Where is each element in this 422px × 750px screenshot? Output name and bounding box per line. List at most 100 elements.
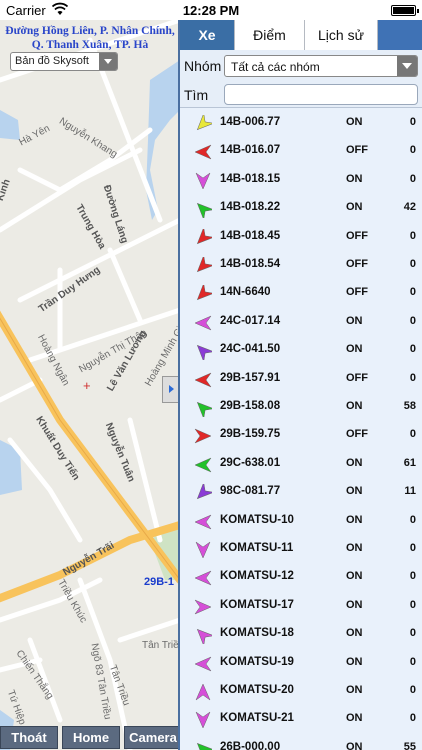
vehicle-plate: 14B-018.54 [220, 258, 281, 270]
map-address: Đường Hồng Liên, P. Nhân Chính, Q. Thanh… [5, 25, 175, 51]
vehicle-direction-arrow-icon [195, 541, 211, 559]
vehicle-row[interactable]: KOMATSU-11 ON 0 [180, 535, 422, 563]
vehicle-plate: 14B-018.22 [220, 201, 281, 214]
vehicle-row[interactable]: KOMATSU-12 ON 0 [180, 563, 422, 591]
vehicle-direction-arrow-icon [196, 401, 212, 417]
vehicle-plate: KOMATSU-19 [220, 655, 294, 668]
vehicle-direction-arrow-icon [194, 656, 212, 672]
vehicle-direction-arrow-icon [194, 144, 212, 160]
vehicle-status: OFF [346, 258, 368, 270]
vehicle-plate: KOMATSU-17 [220, 598, 294, 611]
search-label: Tìm [184, 87, 209, 103]
vehicle-speed: 0 [409, 627, 416, 640]
map-type-select[interactable]: Bản đồ Skysoft [10, 52, 118, 71]
clock: 12:28 PM [182, 3, 240, 18]
tab-history[interactable]: Lịch sử [305, 20, 378, 50]
home-button[interactable]: Home [62, 726, 120, 749]
vehicle-status: ON [346, 172, 363, 185]
vehicle-plate: 29B-157.91 [220, 371, 281, 384]
vehicle-status: ON [346, 740, 363, 750]
vehicle-status: ON [346, 627, 363, 640]
vehicle-panel: Xe Điểm Lịch sử Nhóm Tất cả các nhóm Tìm… [178, 20, 422, 750]
vehicle-speed: 42 [403, 201, 416, 214]
map-view[interactable]: Đường Hồng Liên, P. Nhân Chính, Q. Thanh… [0, 20, 180, 750]
vehicle-plate: 29B-159.75 [220, 428, 281, 441]
group-select-value: Tất cả các nhóm [231, 60, 320, 74]
vehicle-speed: 0 [409, 598, 416, 611]
vehicle-plate: KOMATSU-21 [220, 712, 294, 725]
vehicle-plate: 29B-158.08 [220, 400, 281, 412]
vehicle-direction-arrow-icon [194, 428, 212, 444]
tab-vehicles[interactable]: Xe [180, 20, 235, 50]
vehicle-speed: 0 [409, 684, 416, 696]
vehicle-direction-arrow-icon [194, 315, 212, 331]
map-vehicle-label[interactable]: 29B-1 [144, 576, 174, 588]
vehicle-direction-arrow-icon [196, 345, 212, 361]
vehicle-row[interactable]: 24C-041.50 ON 0 [180, 336, 422, 364]
status-bar: Carrier 12:28 PM [0, 0, 422, 20]
vehicle-plate: KOMATSU-18 [220, 627, 294, 640]
vehicle-row[interactable]: KOMATSU-20 ON 0 [180, 677, 422, 705]
vehicle-speed: 58 [403, 400, 416, 412]
vehicle-status: ON [346, 513, 363, 526]
vehicle-row[interactable]: 29B-159.75 OFF 0 [180, 421, 422, 449]
vehicle-speed: 61 [403, 456, 416, 469]
vehicle-speed: 0 [409, 314, 416, 327]
tab-points[interactable]: Điểm [235, 20, 305, 50]
vehicle-plate: 26B-000.00 [220, 740, 281, 750]
vehicle-row[interactable]: 98C-081.77 ON 11 [180, 478, 422, 506]
vehicle-direction-arrow-icon [194, 599, 212, 615]
vehicle-direction-arrow-icon [196, 228, 212, 244]
vehicle-direction-arrow-icon [195, 683, 211, 701]
vehicle-row[interactable]: 29C-638.01 ON 61 [180, 450, 422, 478]
vehicle-speed: 0 [409, 542, 416, 554]
chevron-down-icon [397, 56, 417, 76]
vehicle-row[interactable]: 14B-018.22 ON 42 [180, 194, 422, 222]
vehicle-row[interactable]: KOMATSU-10 ON 0 [180, 507, 422, 535]
vehicle-direction-arrow-icon [196, 115, 212, 131]
vehicle-row[interactable]: 14B-006.77 ON 0 [180, 109, 422, 137]
vehicle-plate: KOMATSU-20 [220, 684, 294, 696]
vehicle-row[interactable]: 24C-017.14 ON 0 [180, 308, 422, 336]
vehicle-speed: 0 [409, 343, 416, 356]
vehicle-row[interactable]: 14B-018.15 ON 0 [180, 166, 422, 194]
vehicle-row[interactable]: 14B-016.07 OFF 0 [180, 137, 422, 165]
vehicle-direction-arrow-icon [196, 629, 212, 645]
group-select[interactable]: Tất cả các nhóm [224, 55, 418, 77]
vehicle-list[interactable]: 14B-006.77 ON 0 14B-016.07 OFF 0 14B-018.15 ON 0… [180, 109, 422, 750]
camera-button[interactable]: Camera [124, 726, 180, 749]
vehicle-status: ON [346, 655, 363, 668]
vehicle-speed: 0 [409, 172, 416, 185]
vehicle-speed: 0 [409, 570, 416, 583]
vehicle-row[interactable]: 14N-6640 OFF 0 [180, 279, 422, 307]
vehicle-row[interactable]: 26B-000.00 ON 55 [180, 734, 422, 750]
map-bottom-toolbar: Thoát Home Camera [0, 726, 180, 750]
vehicle-status: OFF [346, 371, 368, 384]
vehicle-row[interactable]: KOMATSU-18 ON 0 [180, 620, 422, 648]
exit-button[interactable]: Thoát [0, 726, 58, 749]
vehicle-row[interactable]: KOMATSU-21 ON 0 [180, 705, 422, 733]
vehicle-direction-arrow-icon [194, 570, 212, 586]
vehicle-row[interactable]: KOMATSU-19 ON 0 [180, 649, 422, 677]
vehicle-status: ON [346, 712, 363, 725]
vehicle-row[interactable]: 29B-158.08 ON 58 [180, 393, 422, 421]
vehicle-direction-arrow-icon [194, 372, 212, 388]
vehicle-plate: 14B-016.07 [220, 144, 281, 157]
vehicle-row[interactable]: 14B-018.45 OFF 0 [180, 223, 422, 251]
vehicle-row[interactable]: 14B-018.54 OFF 0 [180, 251, 422, 279]
vehicle-speed: 0 [409, 371, 416, 384]
vehicle-row[interactable]: 29B-157.91 OFF 0 [180, 365, 422, 393]
vehicle-direction-arrow-icon [196, 285, 212, 301]
vehicle-plate: 24C-017.14 [220, 314, 281, 327]
vehicle-speed: 0 [409, 286, 416, 299]
vehicle-row[interactable]: KOMATSU-17 ON 0 [180, 592, 422, 620]
vehicle-status: ON [346, 684, 363, 696]
vehicle-plate: KOMATSU-12 [220, 570, 294, 583]
vehicle-speed: 55 [403, 740, 416, 750]
vehicle-speed: 0 [409, 513, 416, 526]
search-input[interactable] [224, 84, 418, 105]
vehicle-direction-arrow-icon [195, 711, 211, 730]
map-center-crosshair-icon: + [83, 378, 91, 393]
map-type-value: Bản đồ Skysoft [15, 55, 89, 67]
vehicle-speed: 0 [409, 655, 416, 668]
